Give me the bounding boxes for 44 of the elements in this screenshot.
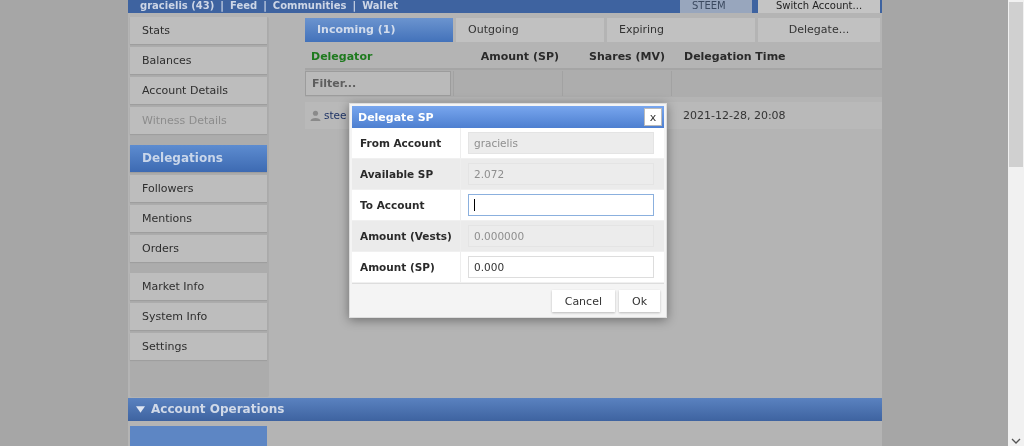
separator: | bbox=[352, 0, 357, 13]
nav-link[interactable]: Wallet bbox=[362, 0, 398, 13]
dialog-title: Delegate SP bbox=[358, 110, 434, 124]
dialog-button[interactable]: Cancel bbox=[551, 290, 615, 312]
tab[interactable]: Outgoing bbox=[456, 17, 604, 42]
sidebar-item[interactable]: Mentions bbox=[130, 204, 267, 232]
sidebar-item[interactable]: System Info bbox=[130, 302, 267, 330]
separator: | bbox=[220, 0, 224, 13]
sidebar-item[interactable]: Market Info bbox=[130, 272, 267, 300]
close-button[interactable]: x bbox=[644, 108, 662, 126]
text-field[interactable]: 0.000 bbox=[468, 256, 654, 278]
text-field[interactable] bbox=[468, 194, 654, 216]
filter-field[interactable]: Filter... bbox=[305, 70, 451, 96]
table-cell-text: 2021-12-28, 20:08 bbox=[682, 107, 787, 124]
section-title: Account Operations bbox=[151, 402, 285, 417]
tab[interactable]: Delegate... bbox=[758, 17, 880, 42]
switch-account-button[interactable]: Switch Account... bbox=[758, 0, 880, 13]
separator: | bbox=[263, 0, 267, 13]
sidebar-item[interactable]: Followers bbox=[130, 174, 267, 202]
sidebar-item[interactable]: Account Details bbox=[130, 76, 267, 104]
field-label: Amount (SP) bbox=[352, 252, 461, 282]
column-header[interactable]: Shares (MV) bbox=[565, 45, 671, 68]
chevron-down-icon[interactable] bbox=[1011, 438, 1021, 444]
tab[interactable]: Expiring bbox=[607, 17, 755, 42]
scrollbar-thumb[interactable] bbox=[1009, 2, 1023, 167]
sidebar-tab[interactable] bbox=[130, 426, 267, 446]
delegator-link[interactable]: stee bbox=[324, 101, 347, 129]
column-header[interactable]: Amount (SP) bbox=[459, 45, 565, 68]
field-label: To Account bbox=[352, 190, 461, 220]
sidebar-item[interactable]: Settings bbox=[130, 332, 267, 360]
nav-link[interactable]: Feed bbox=[230, 0, 258, 13]
account-link[interactable]: gracielis (43) bbox=[140, 0, 215, 13]
sidebar-item[interactable]: Balances bbox=[130, 46, 267, 74]
column-header[interactable]: Delegation Time bbox=[671, 45, 882, 68]
nav-link[interactable]: Communities bbox=[272, 0, 347, 13]
user-icon bbox=[310, 109, 321, 121]
field-label: Amount (Vests) bbox=[352, 221, 461, 251]
sidebar-item[interactable]: Orders bbox=[130, 234, 267, 262]
currency-select[interactable]: STEEM bbox=[680, 0, 752, 13]
field-label: From Account bbox=[352, 128, 461, 158]
scrollbar[interactable] bbox=[1008, 0, 1024, 446]
sidebar-item[interactable]: Stats bbox=[130, 16, 267, 44]
field-label: Available SP bbox=[352, 159, 461, 189]
dialog-button[interactable]: Ok bbox=[618, 290, 660, 312]
